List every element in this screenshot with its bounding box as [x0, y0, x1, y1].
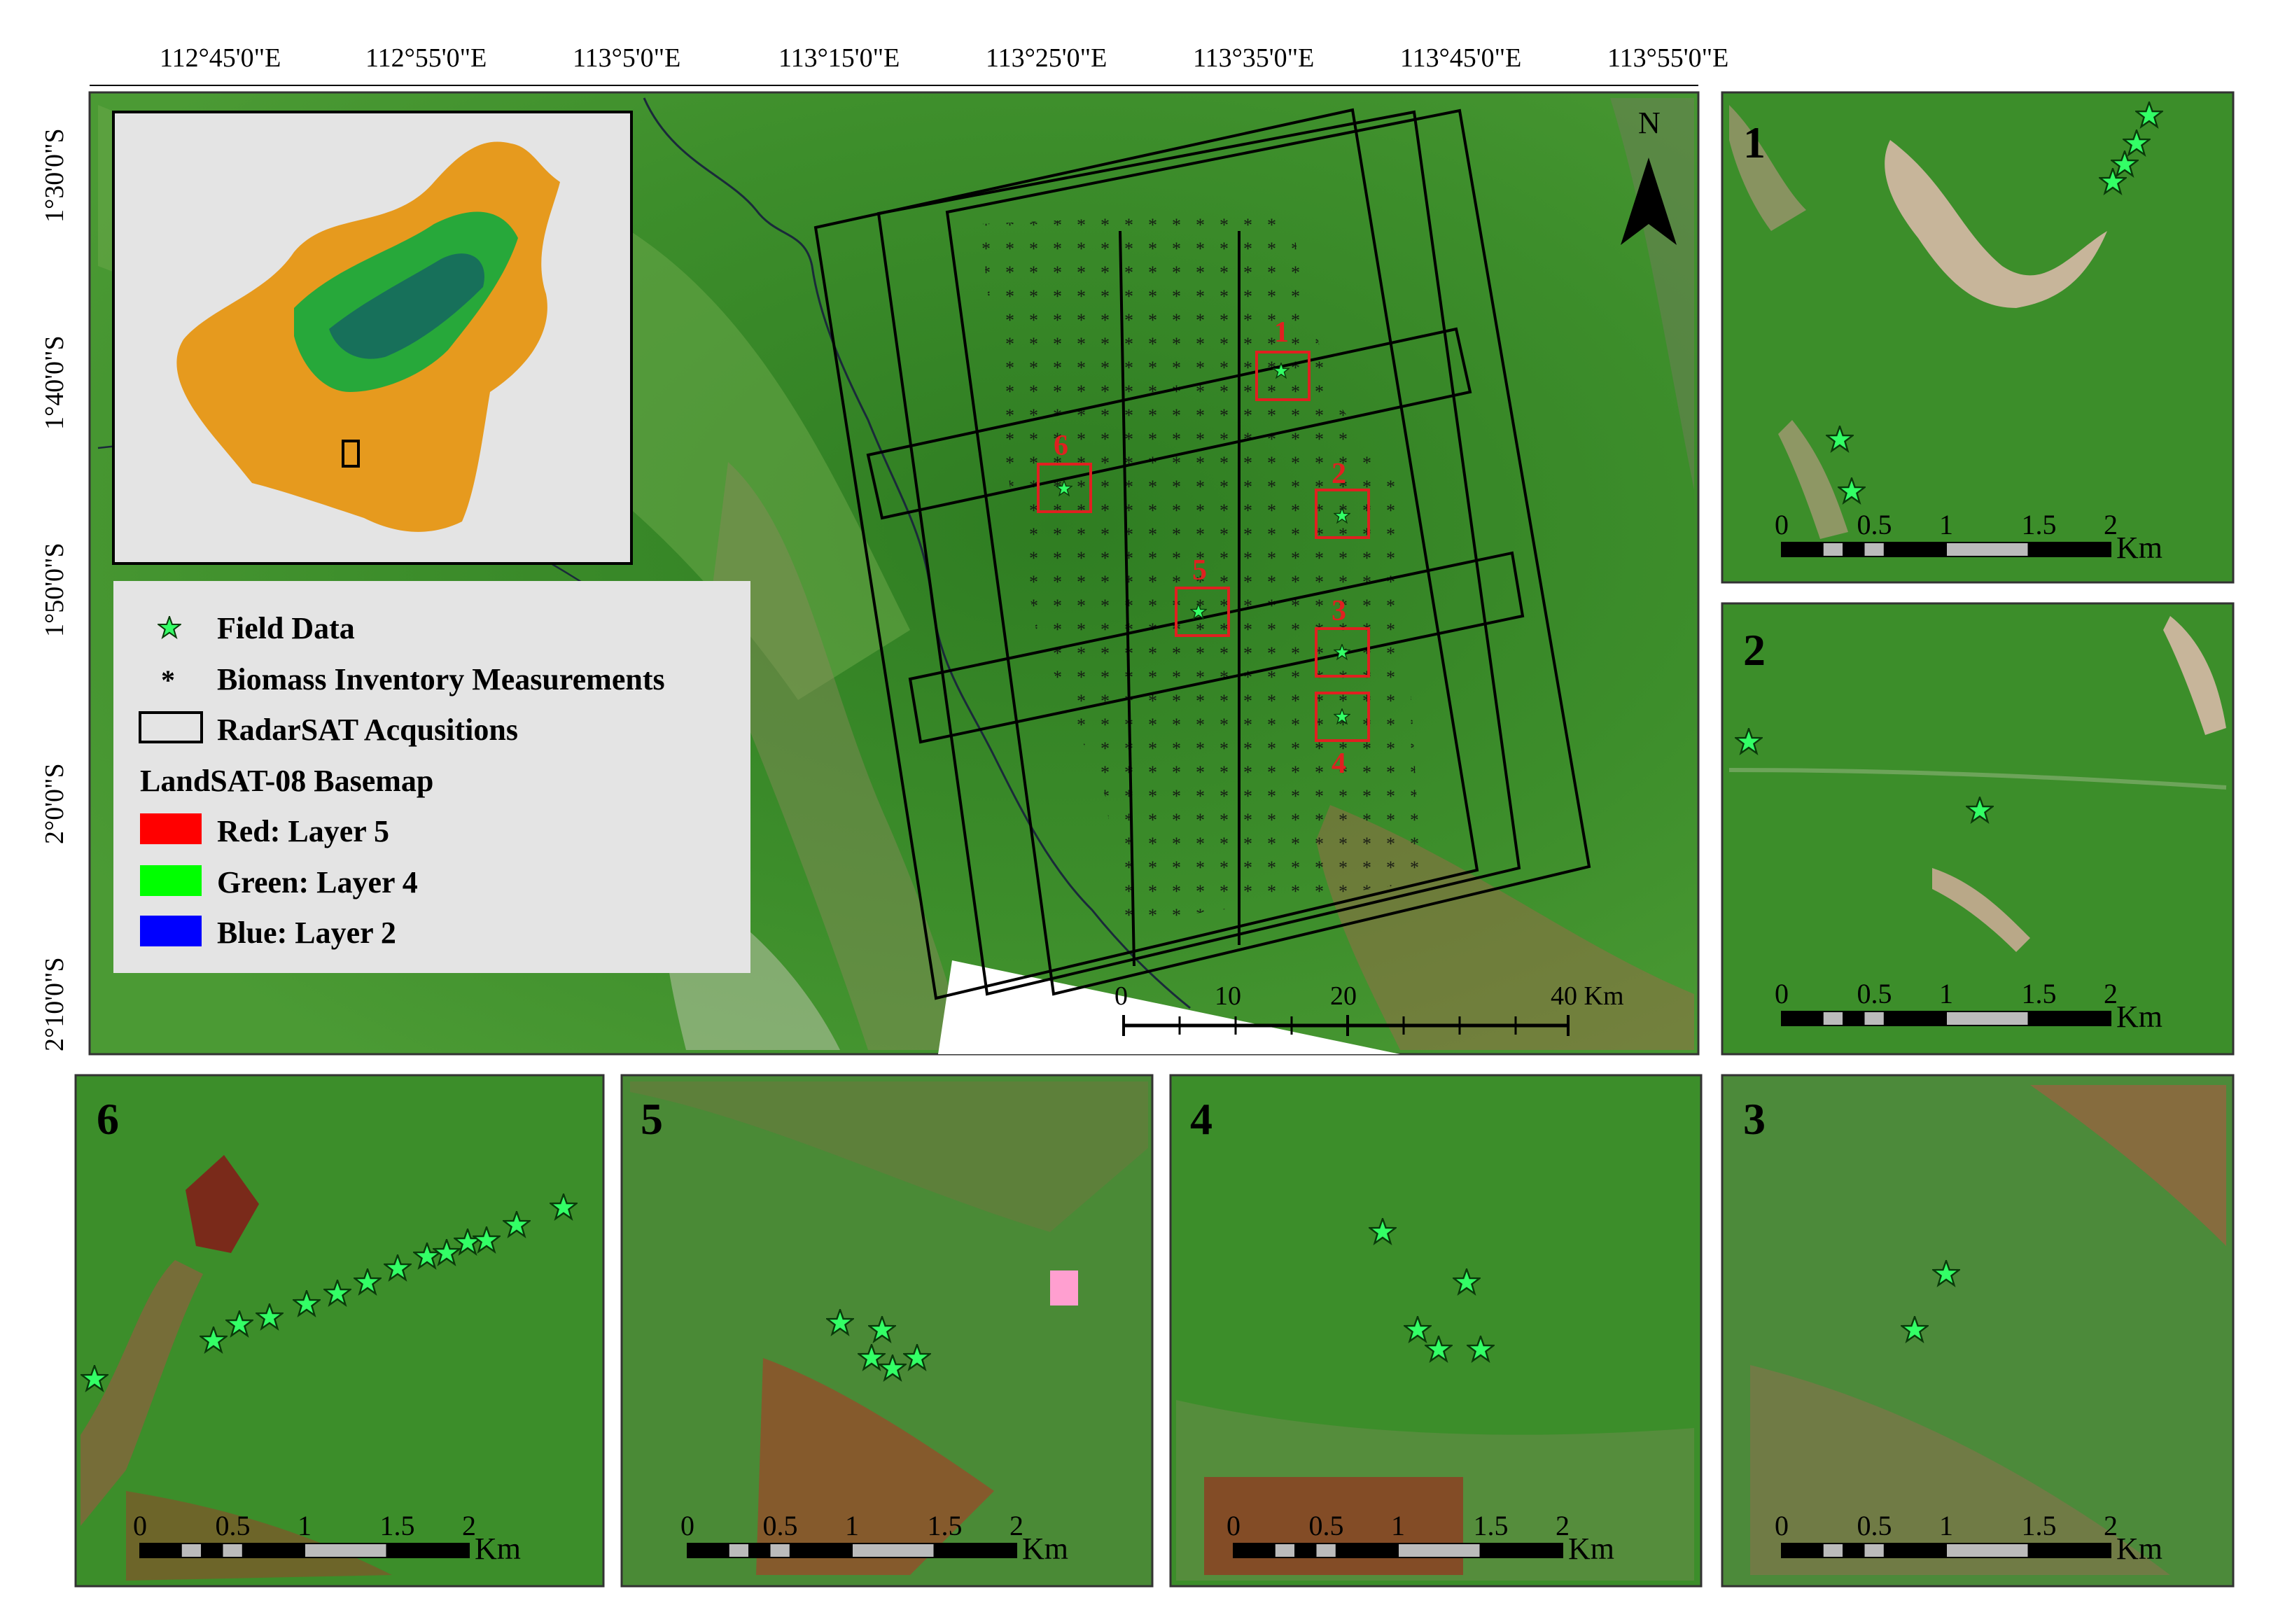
svg-text:5: 5	[641, 1094, 663, 1144]
panel-scale-tick: 0.5	[763, 1510, 798, 1541]
svg-text:N: N	[1638, 106, 1661, 140]
panel-scale-tick: 1	[845, 1510, 859, 1541]
panel-scale-tick: 0	[1775, 1510, 1789, 1541]
panel-scale-tick: 1	[298, 1510, 312, 1541]
panel-2: 2	[1721, 602, 2235, 1056]
inset-label-3: 3	[1332, 595, 1346, 627]
panel-scale-unit: Km	[475, 1532, 521, 1566]
panel-scale-tick: 2	[462, 1510, 476, 1541]
svg-text:1°40'0"S: 1°40'0"S	[40, 335, 69, 430]
panel-scale-tick: 0.5	[1857, 978, 1892, 1009]
inset-label-6: 6	[1054, 430, 1068, 462]
panel-scale-unit: Km	[2116, 1532, 2162, 1566]
svg-text:1°50'0"S: 1°50'0"S	[40, 542, 69, 637]
panel-scale-tick: 2	[1556, 1510, 1570, 1541]
panel-scale-tick: 2	[2104, 509, 2118, 540]
svg-text:2°10'0"S: 2°10'0"S	[40, 957, 69, 1051]
main-map: 1 2 3 4 5 6 N 0 10 20 40 Km Field Data *…	[88, 91, 1700, 1056]
panel-scale-tick: 2	[2104, 1510, 2118, 1541]
panel-scale-tick: 2	[2104, 978, 2118, 1009]
inset-label-5: 5	[1192, 554, 1207, 587]
panel-1: 1	[1721, 91, 2235, 584]
panel-scale-tick: 1.5	[2022, 978, 2057, 1009]
legend-radarsat: RadarSAT Acqusitions	[217, 713, 518, 747]
top-axis: 112°45'0"E 112°55'0"E 113°5'0"E 113°15'0…	[90, 43, 1728, 86]
svg-text:*: *	[161, 664, 175, 696]
legend-basemap-title: LandSAT-08 Basemap	[140, 764, 433, 798]
panel-scale-tick: 1.5	[1474, 1510, 1509, 1541]
figure: *	[40, 43, 2235, 1588]
svg-text:1°30'0"S: 1°30'0"S	[40, 128, 69, 223]
svg-text:113°15'0"E: 113°15'0"E	[778, 43, 900, 73]
panel-scale-tick: 0	[1775, 509, 1789, 540]
inset-label-1: 1	[1274, 316, 1289, 349]
legend-blue: Blue: Layer 2	[217, 916, 396, 950]
inset-label-4: 4	[1332, 748, 1346, 780]
inset-label-2: 2	[1332, 458, 1346, 490]
panel-3: 3	[1721, 1074, 2235, 1588]
panel-scale-unit: Km	[2116, 1000, 2162, 1034]
svg-text:20: 20	[1330, 981, 1357, 1011]
svg-text:6: 6	[97, 1094, 119, 1144]
panel-scale-tick: 1.5	[2022, 1510, 2057, 1541]
svg-text:113°55'0"E: 113°55'0"E	[1607, 43, 1728, 73]
panel-scale-tick: 0.5	[1309, 1510, 1344, 1541]
left-axis: 1°30'0"S 1°40'0"S 1°50'0"S 2°0'0"S 2°10'…	[40, 128, 69, 1051]
svg-text:4: 4	[1190, 1094, 1213, 1144]
svg-text:113°45'0"E: 113°45'0"E	[1400, 43, 1521, 73]
panel-scale-tick: 0.5	[1857, 1510, 1892, 1541]
panel-scale-unit: Km	[1022, 1532, 1068, 1566]
svg-text:113°5'0"E: 113°5'0"E	[573, 43, 680, 73]
svg-text:0: 0	[1114, 981, 1128, 1011]
svg-text:1: 1	[1743, 118, 1766, 167]
svg-text:113°35'0"E: 113°35'0"E	[1193, 43, 1314, 73]
legend-biomass: Biomass Inventory Measurements	[217, 662, 665, 696]
legend-green: Green: Layer 4	[217, 865, 418, 899]
panel-6: 6	[74, 1074, 605, 1588]
svg-text:2°0'0"S: 2°0'0"S	[40, 763, 69, 844]
panel-4: 4	[1169, 1074, 1703, 1588]
panel-scale-tick: 1.5	[928, 1510, 963, 1541]
panel-scale-tick: 0	[1227, 1510, 1241, 1541]
borneo-inset	[112, 111, 633, 565]
legend: Field Data * Biomass Inventory Measureme…	[113, 581, 750, 973]
panel-scale-tick: 1	[1939, 1510, 1953, 1541]
panel-scale-tick: 0	[133, 1510, 147, 1541]
legend-red: Red: Layer 5	[217, 814, 389, 848]
panel-scale-tick: 1	[1939, 978, 1953, 1009]
panel-scale-tick: 0	[1775, 978, 1789, 1009]
panel-scale-tick: 1	[1939, 509, 1953, 540]
svg-text:113°25'0"E: 113°25'0"E	[986, 43, 1107, 73]
svg-text:2: 2	[1743, 625, 1766, 675]
panel-scale-tick: 0	[680, 1510, 694, 1541]
panel-scale-tick: 0.5	[216, 1510, 251, 1541]
panel-scale-tick: 1.5	[380, 1510, 415, 1541]
panel-scale-tick: 2	[1009, 1510, 1023, 1541]
panel-scale-tick: 0.5	[1857, 509, 1892, 540]
svg-text:112°45'0"E: 112°45'0"E	[160, 43, 281, 73]
legend-field-data: Field Data	[217, 611, 355, 645]
svg-text:10: 10	[1215, 981, 1241, 1011]
svg-text:112°55'0"E: 112°55'0"E	[365, 43, 487, 73]
panel-5: 5	[620, 1074, 1154, 1588]
panel-scale-unit: Km	[2116, 531, 2162, 565]
panel-scale-unit: Km	[1568, 1532, 1614, 1566]
svg-text:3: 3	[1743, 1094, 1766, 1144]
svg-text:40 Km: 40 Km	[1551, 981, 1624, 1011]
panel-scale-tick: 1.5	[2022, 509, 2057, 540]
panel-scale-tick: 1	[1391, 1510, 1405, 1541]
